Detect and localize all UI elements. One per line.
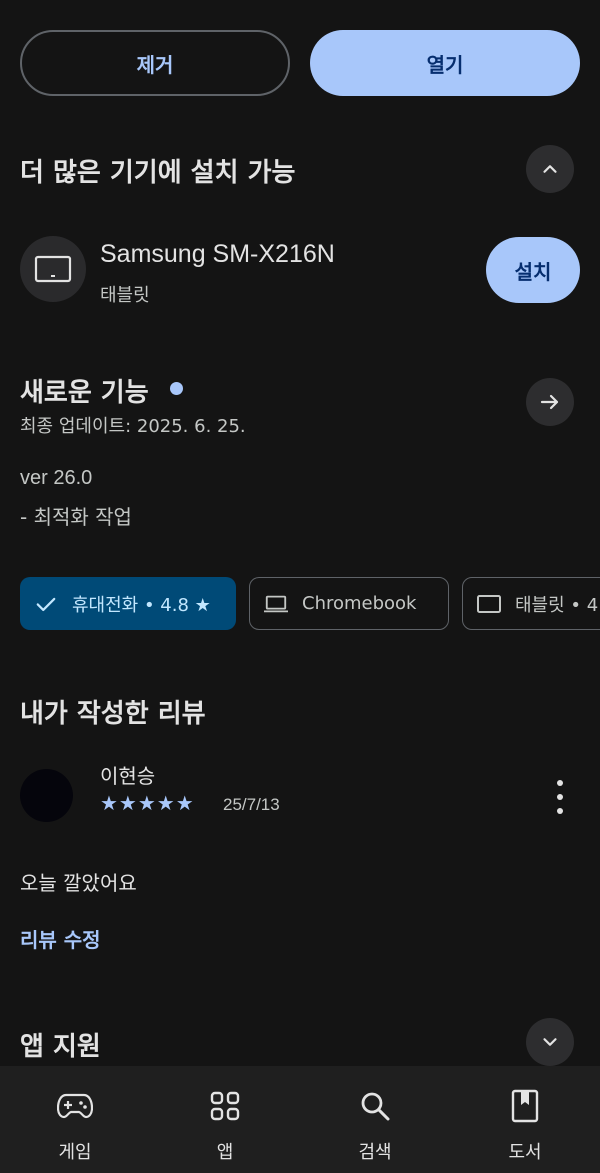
nav-label: 검색: [358, 1142, 392, 1163]
gamepad-icon: [57, 1088, 93, 1124]
action-buttons: 제거 열기: [20, 30, 580, 96]
check-icon: [34, 592, 58, 616]
chip-chromebook[interactable]: Chromebook: [249, 577, 449, 630]
chip-phone[interactable]: 휴대전화 • 4.8 ★: [20, 577, 236, 630]
reviewer-name: 이현승: [100, 764, 156, 788]
new-indicator-dot: [170, 382, 183, 395]
search-icon: [357, 1088, 393, 1124]
expand-button[interactable]: [526, 1018, 574, 1066]
nav-item-search[interactable]: 검색: [300, 1066, 450, 1173]
whats-new-arrow-button[interactable]: [526, 378, 574, 426]
app-details-page: 제거 열기 더 많은 기기에 설치 가능 Samsung SM-X216N 태블…: [0, 0, 600, 1173]
chevron-down-icon: [543, 1038, 557, 1046]
open-button[interactable]: 열기: [310, 30, 580, 96]
nav-item-books[interactable]: 도서: [450, 1066, 600, 1173]
chip-label: Chromebook: [302, 593, 417, 614]
nav-label: 도서: [508, 1142, 542, 1163]
arrow-right-icon: [540, 394, 559, 410]
nav-label: 게임: [58, 1142, 92, 1163]
last-updated: 최종 업데이트: 2025. 6. 25.: [20, 416, 246, 437]
device-avatar: [20, 236, 86, 302]
remove-button[interactable]: 제거: [20, 30, 290, 96]
my-review-title: 내가 작성한 리뷰: [20, 699, 206, 729]
laptop-icon: [264, 592, 288, 616]
nav-item-games[interactable]: 게임: [0, 1066, 150, 1173]
star-rating: ★★★★★: [100, 791, 195, 815]
more-options-icon[interactable]: [550, 780, 570, 814]
collapse-button[interactable]: [526, 145, 574, 193]
book-icon: [507, 1088, 543, 1124]
chip-tablet[interactable]: 태블릿 • 4.: [462, 577, 600, 630]
device-type: 태블릿: [100, 285, 150, 306]
chevron-up-icon: [543, 165, 557, 173]
whats-new-title: 새로운 기능: [20, 378, 149, 408]
nav-label: 앱: [216, 1142, 234, 1163]
nav-item-apps[interactable]: 앱: [150, 1066, 300, 1173]
device-rating-chips: 휴대전화 • 4.8 ★ Chromebook 태블릿 • 4.: [20, 577, 600, 630]
release-version: ver 26.0: [20, 467, 93, 489]
review-text: 오늘 깔았어요: [20, 871, 137, 895]
device-name: Samsung SM-X216N: [100, 240, 335, 268]
review-date: 25/7/13: [223, 795, 280, 814]
apps-grid-icon: [207, 1088, 243, 1124]
app-support-title: 앱 지원: [20, 1032, 101, 1062]
release-note: - 최적화 작업: [20, 505, 132, 529]
tablet-icon: [34, 255, 72, 283]
chip-label: 휴대전화 • 4.8 ★: [72, 594, 211, 616]
tablet-icon: [477, 592, 501, 616]
chip-label: 태블릿 • 4.: [515, 594, 600, 616]
install-button[interactable]: 설치: [486, 237, 580, 303]
avatar: [20, 769, 73, 822]
edit-review-link[interactable]: 리뷰 수정: [20, 924, 101, 953]
more-devices-title: 더 많은 기기에 설치 가능: [20, 158, 296, 188]
bottom-navigation: 게임 앱 검색 도서: [0, 1066, 600, 1173]
